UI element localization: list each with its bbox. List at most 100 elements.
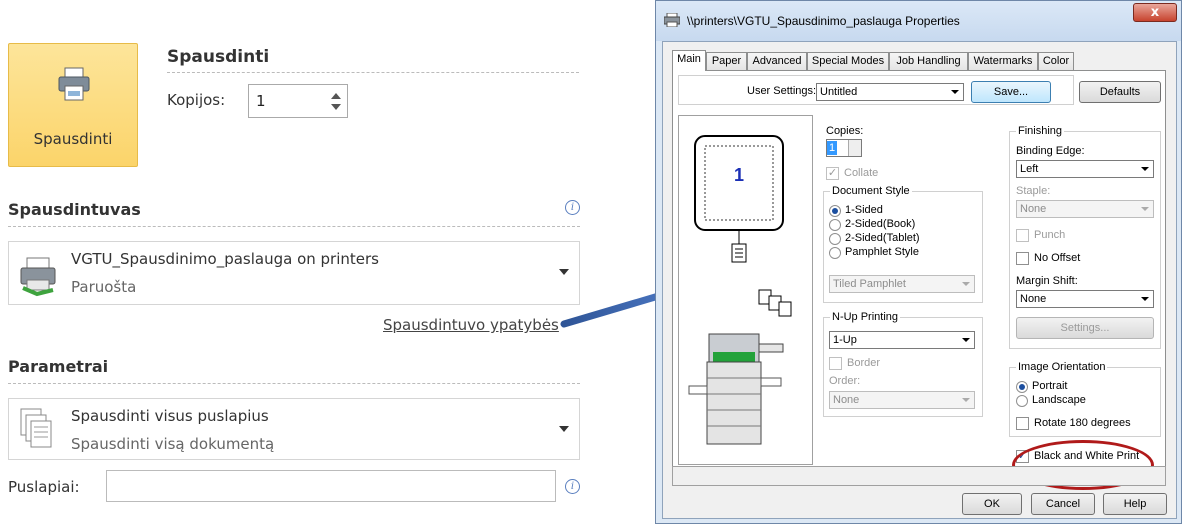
no-offset-checkbox[interactable] [1016, 252, 1029, 265]
nup-label: N-Up Printing [830, 311, 901, 323]
preview-pane: 1 [678, 115, 813, 465]
staple-select[interactable]: None [1016, 200, 1154, 218]
chevron-down-icon [1141, 207, 1149, 211]
margin-shift-select[interactable]: None [1016, 290, 1154, 308]
print-range-subtitle: Spausdinti visą dokumentą [71, 435, 275, 453]
printer-name: VGTU_Spausdinimo_paslauga on printers [71, 250, 379, 268]
tab-main[interactable]: Main [672, 50, 706, 71]
chevron-down-icon [559, 269, 569, 275]
copies-label: Copies: [826, 125, 864, 137]
copies-value: 1 [827, 141, 837, 155]
order-value: None [833, 394, 860, 406]
copies-value: 1 [256, 92, 266, 110]
margin-shift-value: None [1020, 293, 1047, 305]
ok-button[interactable]: OK [962, 493, 1022, 515]
printer-dropdown[interactable]: VGTU_Spausdinimo_paslauga on printers Pa… [8, 241, 580, 305]
user-settings-label: User Settings: [747, 85, 817, 97]
printer-section-heading: Spausdintuvas [8, 200, 141, 219]
tab-job-handling[interactable]: Job Handling [889, 52, 968, 70]
spin-arrows-icon[interactable] [848, 140, 861, 156]
dialog-title: \\printers\VGTU_Spausdinimo_paslauga Pro… [687, 14, 960, 28]
copies-label: Kopijos: [167, 91, 226, 109]
staple-value: None [1020, 203, 1047, 215]
print-range-dropdown[interactable]: Spausdinti visus puslapius Spausdinti vi… [8, 398, 580, 460]
divider [8, 226, 580, 227]
order-select[interactable]: None [829, 391, 975, 409]
pages-input[interactable] [106, 470, 556, 502]
option-2-sided-tablet: 2-Sided(Tablet) [845, 232, 920, 244]
printer-properties-dialog: \\printers\VGTU_Spausdinimo_paslauga Pro… [655, 0, 1182, 524]
tab-panel-main: User Settings: Untitled Save... Defaults [672, 70, 1166, 476]
rotate-180-label: Rotate 180 degrees [1034, 417, 1131, 429]
divider [8, 383, 580, 384]
info-icon[interactable]: i [565, 200, 580, 215]
radio-landscape[interactable] [1016, 395, 1028, 407]
chevron-down-icon [962, 398, 970, 402]
defaults-button[interactable]: Defaults [1079, 81, 1161, 103]
cancel-button[interactable]: Cancel [1031, 493, 1095, 515]
radio-portrait[interactable] [1016, 381, 1028, 393]
chevron-down-icon [951, 90, 959, 94]
pages-label: Puslapiai: [8, 478, 80, 496]
radio-2-sided-book[interactable] [829, 219, 841, 231]
settings-section-heading: Parametrai [8, 357, 109, 376]
close-button[interactable]: x [1133, 3, 1177, 22]
settings-button[interactable]: Settings... [1016, 317, 1154, 339]
title-bar[interactable]: \\printers\VGTU_Spausdinimo_paslauga Pro… [656, 1, 1181, 41]
radio-pamphlet[interactable] [829, 247, 841, 259]
option-portrait: Portrait [1032, 380, 1068, 392]
border-checkbox[interactable] [829, 357, 842, 370]
finishing-label: Finishing [1016, 125, 1065, 137]
status-bar [672, 466, 1166, 486]
collate-checkbox[interactable]: ✓ [826, 167, 839, 180]
option-landscape: Landscape [1032, 394, 1086, 406]
print-button-label: Spausdinti [33, 130, 113, 148]
copies-stepper[interactable]: 1 [248, 84, 348, 118]
binding-edge-select[interactable]: Left [1016, 160, 1154, 178]
copies-spinner[interactable]: 1 [826, 139, 862, 157]
print-range-title: Spausdinti visus puslapius [71, 407, 269, 425]
printer-illustration [688, 135, 792, 445]
user-settings-value: Untitled [820, 86, 858, 98]
pamphlet-select[interactable]: Tiled Pamphlet [829, 275, 975, 293]
tab-special-modes[interactable]: Special Modes [807, 52, 889, 70]
print-backstage: Spausdinti Spausdinti Kopijos: 1 Spausdi… [0, 0, 600, 524]
printer-icon [20, 257, 56, 297]
tab-watermarks[interactable]: Watermarks [968, 52, 1038, 70]
binding-edge-label: Binding Edge: [1016, 145, 1085, 157]
user-settings-select[interactable]: Untitled [816, 83, 964, 101]
divider [167, 72, 579, 73]
collate-label: Collate [844, 167, 879, 179]
tab-paper[interactable]: Paper [706, 52, 747, 70]
dialog-body: Main Paper Advanced Special Modes Job Ha… [662, 41, 1177, 519]
printer-icon [664, 13, 680, 27]
nup-select[interactable]: 1-Up [829, 331, 975, 349]
option-pamphlet: Pamphlet Style [845, 246, 919, 258]
radio-2-sided-tablet[interactable] [829, 233, 841, 245]
punch-checkbox[interactable] [1016, 229, 1029, 242]
punch-label: Punch [1034, 229, 1066, 241]
chevron-down-icon [1141, 167, 1149, 171]
info-icon[interactable]: i [565, 479, 580, 494]
pamphlet-value: Tiled Pamphlet [833, 278, 906, 290]
tab-color[interactable]: Color [1038, 52, 1074, 70]
rotate-180-checkbox[interactable] [1016, 417, 1029, 430]
tab-advanced[interactable]: Advanced [747, 52, 807, 70]
save-button[interactable]: Save... [971, 81, 1051, 103]
border-label: Border [847, 357, 881, 369]
option-1-sided: 1-Sided [845, 204, 883, 216]
printer-properties-link[interactable]: Spausdintuvo ypatybės [383, 316, 559, 334]
chevron-down-icon [962, 282, 970, 286]
print-button[interactable]: Spausdinti [8, 43, 138, 167]
order-label: Order: [829, 375, 861, 387]
increment-icon[interactable] [331, 93, 341, 99]
no-offset-label: No Offset [1034, 252, 1081, 264]
image-orientation-label: Image Orientation [1016, 361, 1108, 373]
option-2-sided-book: 2-Sided(Book) [845, 218, 916, 230]
preview-page-number: 1 [734, 165, 745, 185]
radio-1-sided[interactable] [829, 205, 841, 217]
decrement-icon[interactable] [331, 104, 341, 110]
pages-icon [20, 408, 52, 448]
staple-label: Staple: [1016, 185, 1051, 197]
help-button[interactable]: Help [1103, 493, 1167, 515]
